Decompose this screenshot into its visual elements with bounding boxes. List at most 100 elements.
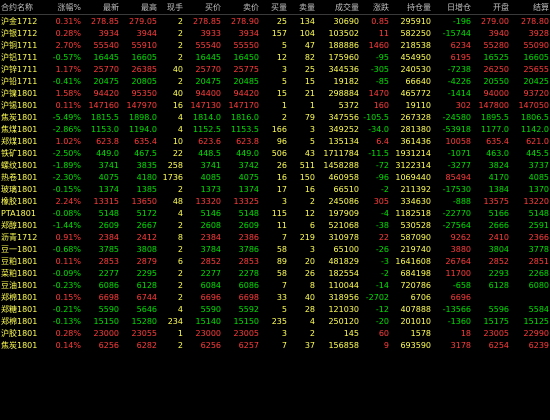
- table-row[interactable]: 沪镍1801 1.58% 94420 95350 40 94400 94420 15 21 298…: [0, 87, 550, 99]
- table-row[interactable]: 豆一1801 -0.68% 3785 3808 2 3784 3786 58 3 65100 -26…: [0, 243, 550, 255]
- cell: 2852: [200, 256, 221, 266]
- contract-name[interactable]: 沪银1712: [0, 27, 46, 39]
- column-header[interactable]: 日增仓: [432, 0, 472, 15]
- column-header[interactable]: 现手: [158, 0, 184, 15]
- cell: 30690: [333, 16, 359, 26]
- contract-name[interactable]: 沪金1712: [0, 15, 46, 28]
- column-header[interactable]: 涨幅%: [46, 0, 82, 15]
- column-header[interactable]: 卖量: [288, 0, 316, 15]
- contract-name[interactable]: 焦煤1801: [0, 123, 46, 135]
- table-row[interactable]: 沪锌1711 1.17% 25770 26385 40 25770 25775 3 25 3445…: [0, 63, 550, 75]
- contract-name[interactable]: 沪锡1801: [0, 99, 46, 111]
- cell: 26: [276, 160, 287, 170]
- cell: 278.90: [231, 16, 259, 26]
- cell: -1360: [447, 316, 471, 326]
- table-row[interactable]: 铁矿1801 -2.50% 449.0 467.5 22 448.5 449.0 506 43 1…: [0, 147, 550, 159]
- table-row[interactable]: 沪铜1711 2.70% 55540 55910 2 55540 55550 5 47 18888…: [0, 39, 550, 51]
- contract-name[interactable]: 沪胶1801: [0, 327, 46, 339]
- contract-name[interactable]: 橡胶1801: [0, 195, 46, 207]
- cell: 1.58%: [55, 88, 81, 98]
- cell: 6706: [410, 292, 431, 302]
- contract-name[interactable]: 沪铝1711: [0, 51, 46, 63]
- table-row[interactable]: 郑煤1801 1.02% 623.8 635.4 10 623.6 623.8 96 5 1351…: [0, 135, 550, 147]
- cell: 2: [177, 16, 183, 26]
- contract-name[interactable]: 郑糖1801: [0, 303, 46, 315]
- cell: 3940: [488, 28, 509, 38]
- column-header[interactable]: 涨跌: [360, 0, 390, 15]
- contract-name[interactable]: 铁矿1801: [0, 147, 46, 159]
- contract-name[interactable]: 郑醇1801: [0, 219, 46, 231]
- cell: 1: [177, 328, 183, 338]
- column-header[interactable]: 买价: [184, 0, 222, 15]
- column-header[interactable]: 最新: [82, 0, 120, 15]
- cell: 115: [271, 208, 287, 218]
- column-header[interactable]: 合约名称: [0, 0, 46, 15]
- cell: 55090: [523, 40, 549, 50]
- cell: 13220: [523, 196, 549, 206]
- cell: 3: [281, 196, 287, 206]
- contract-name[interactable]: 菜粕1801: [0, 267, 46, 279]
- table-row[interactable]: 焦炭1801 0.14% 6256 6282 2 6256 6257 7 37 156858 9 69…: [0, 339, 550, 351]
- contract-name[interactable]: 郑棉1801: [0, 315, 46, 327]
- cell: 1470: [368, 88, 389, 98]
- table-row[interactable]: 螺纹1801 -1.89% 3741 3835 258 3741 3742 26 511 1458…: [0, 159, 550, 171]
- table-row[interactable]: 沪铅1711 -0.41% 20475 20805 2 20475 20485 5 15 1918…: [0, 75, 550, 87]
- table-row[interactable]: 焦煤1801 -2.86% 1153.0 1194.0 4 1152.5 1153.5 166…: [0, 123, 550, 135]
- column-header[interactable]: 最高: [120, 0, 158, 15]
- column-header[interactable]: 持仓量: [390, 0, 432, 15]
- table-row[interactable]: 郑棉1801 -0.13% 15150 15280 234 15140 15150 235 4 2…: [0, 315, 550, 327]
- table-row[interactable]: 郑糖1801 -0.21% 5590 5646 4 5590 5592 5 28 121030 -1…: [0, 303, 550, 315]
- contract-name[interactable]: 沪镍1801: [0, 87, 46, 99]
- contract-name[interactable]: 豆粕1801: [0, 255, 46, 267]
- column-header[interactable]: 买量: [260, 0, 288, 15]
- cell: 3934: [98, 28, 119, 38]
- column-header[interactable]: 开盘: [472, 0, 510, 15]
- cell: 3934: [238, 28, 259, 38]
- cell: 2: [177, 184, 183, 194]
- cell: 94000: [483, 88, 509, 98]
- contract-name[interactable]: 沪锌1711: [0, 63, 46, 75]
- cell: 145: [343, 328, 359, 338]
- contract-name[interactable]: 豆油1801: [0, 279, 46, 291]
- column-header[interactable]: 卖价: [222, 0, 260, 15]
- contract-name[interactable]: PTA1801: [0, 207, 46, 219]
- table-row[interactable]: PTA1801 -0.08% 5148 5172 4 5146 5148 115 12 19790…: [0, 207, 550, 219]
- cell: 1711784: [323, 148, 359, 158]
- contract-name[interactable]: 玻璃1801: [0, 183, 46, 195]
- contract-name[interactable]: 螺纹1801: [0, 159, 46, 171]
- table-row[interactable]: 郑棉1801 0.15% 6698 6744 2 6696 6698 33 40 318956 -2…: [0, 291, 550, 303]
- cell: 23055: [131, 328, 157, 338]
- contract-name[interactable]: 沪铅1711: [0, 75, 46, 87]
- cell: -658: [452, 280, 471, 290]
- column-header[interactable]: 成交量: [316, 0, 360, 15]
- cell: 219: [299, 232, 315, 242]
- contract-name[interactable]: 豆一1801: [0, 243, 46, 255]
- contract-name[interactable]: 郑煤1801: [0, 135, 46, 147]
- contract-name[interactable]: 沪铜1711: [0, 39, 46, 51]
- cell: -888: [452, 196, 471, 206]
- contract-name[interactable]: 焦炭1801: [0, 111, 46, 123]
- table-row[interactable]: 沪锡1801 0.11% 147160 147970 16 147130 147170 1 1 5…: [0, 99, 550, 111]
- table-row[interactable]: 菜粕1801 -0.09% 2277 2295 2 2277 2278 58 26 182554 -…: [0, 267, 550, 279]
- cell: 94420: [93, 88, 119, 98]
- contract-name[interactable]: 焦炭1801: [0, 339, 46, 351]
- table-row[interactable]: 沪铝1711 -0.57% 16445 16605 2 16445 16450 12 82 175…: [0, 51, 550, 63]
- contract-name[interactable]: 沥青1712: [0, 231, 46, 243]
- table-row[interactable]: 沥青1712 0.91% 2384 2412 8 2384 2386 7 219 310978 22…: [0, 231, 550, 243]
- table-row[interactable]: 沪银1712 0.28% 3934 3944 2 3933 3934 157 104 103502…: [0, 27, 550, 39]
- contract-name[interactable]: 热卷1801: [0, 171, 46, 183]
- table-row[interactable]: 豆粕1801 0.11% 2853 2879 6 2852 2853 89 20 481829 -3…: [0, 255, 550, 267]
- cell: 48: [172, 196, 183, 206]
- table-row[interactable]: 沪胶1801 0.28% 23000 23055 1 23000 23005 3 2 145 60 1…: [0, 327, 550, 339]
- cell: 16: [304, 184, 315, 194]
- table-row[interactable]: 郑醇1801 -1.44% 2609 2667 2 2608 2609 11 6 521068 -3…: [0, 219, 550, 231]
- table-row[interactable]: 沪金1712 0.31% 278.85 279.05 2 278.85 278.90 25 13…: [0, 15, 550, 28]
- table-row[interactable]: 橡胶1801 2.24% 13315 13650 48 13320 13325 3 2 24508…: [0, 195, 550, 207]
- table-row[interactable]: 焦炭1801 -5.49% 1815.5 1898.0 4 1814.0 1816.0 2 79…: [0, 111, 550, 123]
- contract-name[interactable]: 郑棉1801: [0, 291, 46, 303]
- table-row[interactable]: 热卷1801 -2.30% 4075 4180 1736 4085 4075 16 150 460…: [0, 171, 550, 183]
- cell: 15150: [93, 316, 119, 326]
- column-header[interactable]: 结算: [510, 0, 550, 15]
- table-row[interactable]: 玻璃1801 -0.15% 1374 1385 2 1373 1374 17 16 66510 -2…: [0, 183, 550, 195]
- table-row[interactable]: 豆油1801 -0.23% 6086 6128 2 6084 6086 7 8 110044 -14…: [0, 279, 550, 291]
